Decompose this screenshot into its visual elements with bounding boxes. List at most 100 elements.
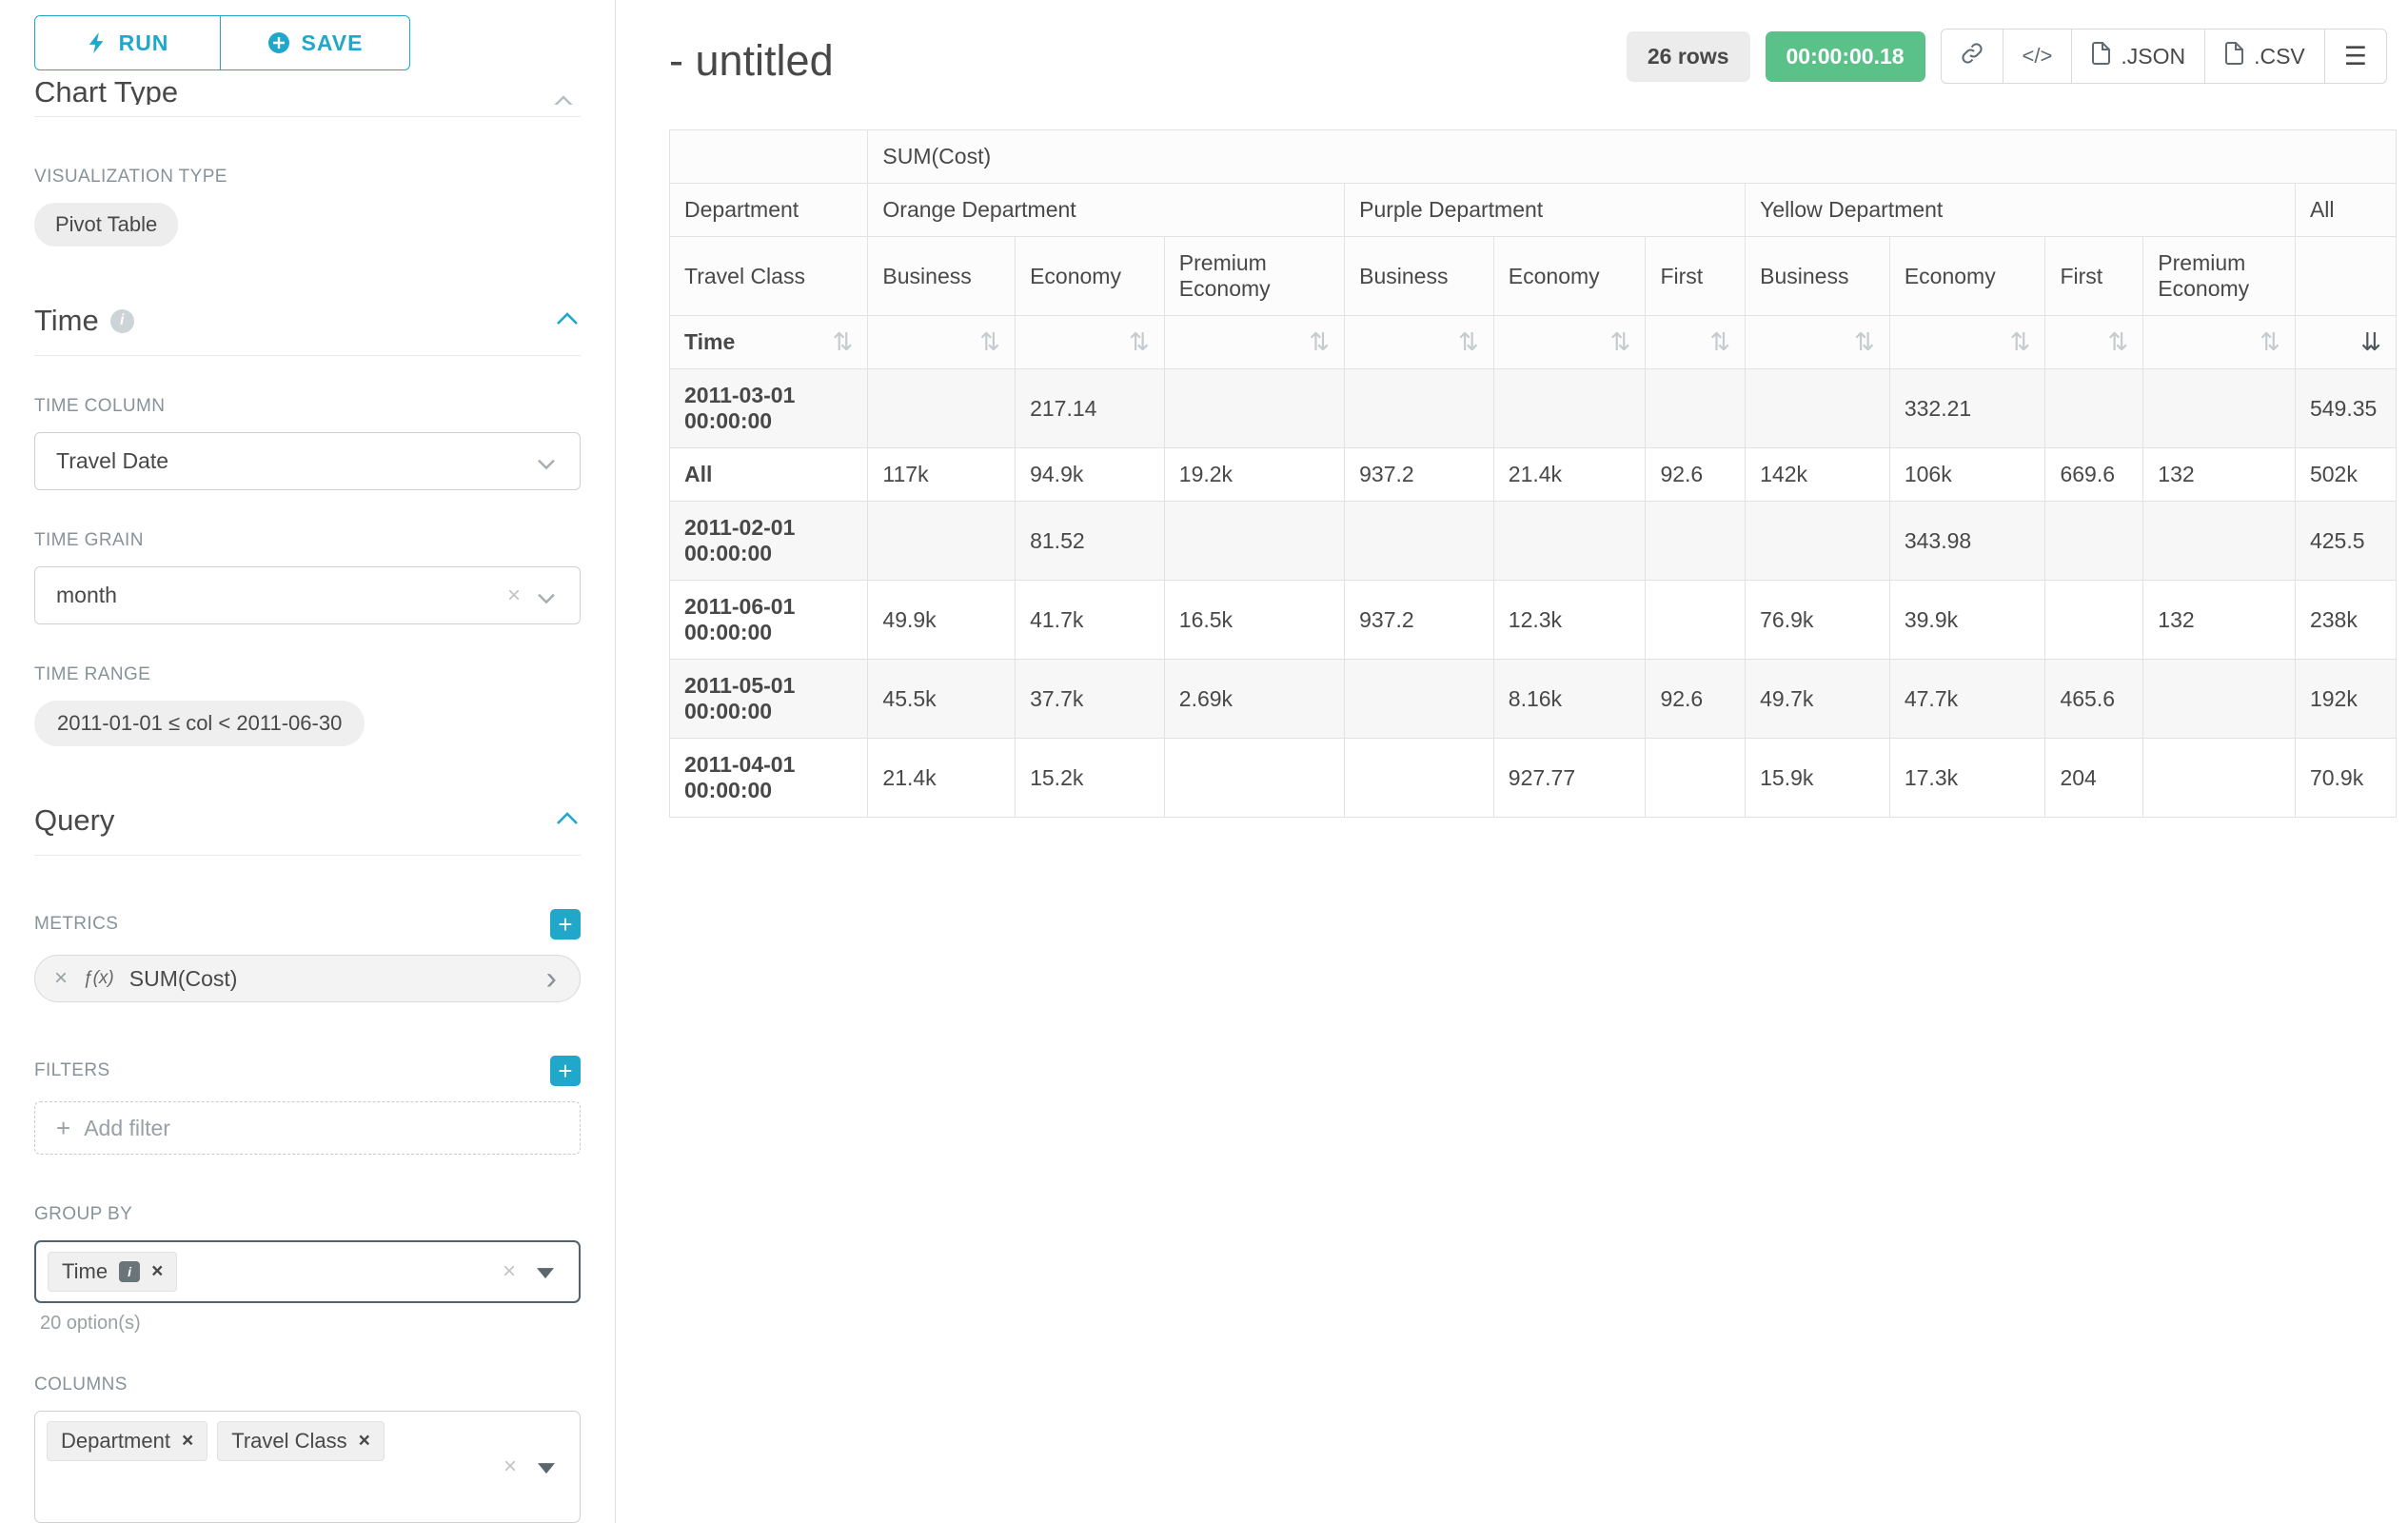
pivot-row-label: 2011-04-01 00:00:00 [670,739,868,818]
pivot-cell [2045,369,2143,448]
pivot-cell: 92.6 [1646,448,1746,502]
clear-icon[interactable]: × [507,583,521,609]
time-column-label: TIME COLUMN [34,396,581,417]
table-row: 2011-04-01 00:00:0021.4k15.2k927.7715.9k… [670,739,2397,818]
add-filter-label: Add filter [84,1116,170,1141]
sort-icon[interactable]: ⇅ [1709,330,1730,355]
sort-wrap: ⇅ [1660,330,1730,355]
chevron-down-icon [536,450,557,476]
collapse-chevron-up-icon[interactable] [554,810,581,832]
columns-chip[interactable]: Department × [47,1421,207,1461]
remove-metric-icon[interactable]: × [54,965,68,992]
pivot-row-label: 2011-06-01 00:00:00 [670,581,868,660]
sort-icon[interactable]: ⇅ [979,330,1000,355]
sort-wrap: ⇅ [1760,330,1875,355]
query-section-header[interactable]: Query [34,803,581,856]
share-link-button[interactable] [1941,29,2003,84]
filters-label: FILTERS [34,1060,110,1081]
sort-icon[interactable]: ⇅ [2260,330,2280,355]
sort-icon[interactable]: ⇅ [833,330,854,355]
chart-title[interactable]: - untitled [669,36,834,86]
pivot-cell [1493,502,1646,581]
pivot-cell: 17.3k [1889,739,2045,818]
pivot-cell: 41.7k [1016,581,1165,660]
view-query-button[interactable]: </> [2003,29,2073,84]
pivot-row-label: 2011-03-01 00:00:00 [670,369,868,448]
columns-select[interactable]: Department×Travel Class× × [34,1411,581,1523]
columns-chip[interactable]: Travel Class× [217,1421,385,1461]
visualization-type-value[interactable]: Pivot Table [34,203,178,247]
time-section-header[interactable]: Time i [34,304,581,356]
remove-chip-icon[interactable]: × [359,1430,370,1453]
group-by-chip[interactable]: Timei× [48,1252,177,1292]
add-filter-plus-button[interactable]: + [550,1056,581,1086]
sort-icon[interactable]: ⇅ [1129,330,1150,355]
caret-down-icon [538,1463,555,1474]
sort-icon[interactable]: ⇅ [2010,330,2031,355]
remove-chip-icon[interactable]: × [151,1260,163,1283]
sort-icon[interactable]: ⇅ [2108,330,2129,355]
more-menu-button[interactable]: ☰ [2324,29,2387,84]
sort-wrap: ⇅ [882,330,1000,355]
pivot-cell: 132 [2143,581,2296,660]
sort-icon[interactable]: ⇅ [1610,330,1631,355]
add-filter-button[interactable]: + Add filter [34,1101,581,1155]
chip-label: Department [61,1429,170,1454]
time-grain-select[interactable]: month × [34,566,581,624]
export-json-button[interactable]: .JSON [2071,29,2205,84]
clear-icon[interactable]: × [503,1258,516,1285]
plus-icon: + [56,1114,70,1143]
pivot-cell: 343.98 [1889,502,2045,581]
export-button-group: </> .JSON .CSV ☰ [1941,29,2387,84]
pivot-cell: 217.14 [1016,369,1165,448]
pivot-cell: 502k [2295,448,2396,502]
sort-wrap: ⇅ [1905,330,2031,355]
run-button-label: RUN [119,30,169,56]
travel-class-header-row: Travel Class BusinessEconomyPremium Econ… [670,237,2397,316]
control-panel-sidebar: RUN SAVE Chart Type VISUALIZATION TYPE P… [0,0,616,1523]
travel-class-header: Premium Economy [1164,237,1344,316]
run-button[interactable]: RUN [34,15,221,70]
pivot-cell: 117k [868,448,1016,502]
save-button[interactable]: SAVE [220,15,410,70]
pivot-cell: 332.21 [1889,369,2045,448]
code-icon: </> [2023,44,2053,69]
add-metric-button[interactable]: + [550,909,581,940]
metric-chip[interactable]: × ƒ(x) SUM(Cost) › [34,955,581,1002]
collapse-chevron-up-icon[interactable] [554,310,581,332]
pivot-cell: 465.6 [2045,660,2143,739]
remove-chip-icon[interactable]: × [182,1430,193,1453]
sort-icon[interactable]: ⇅ [1458,330,1479,355]
time-column-select[interactable]: Travel Date [34,432,581,490]
chevron-right-icon[interactable]: › [546,962,557,995]
sort-icon[interactable]: ⇅ [1854,330,1875,355]
pivot-cell: 21.4k [1493,448,1646,502]
department-header-row: Department Orange DepartmentPurple Depar… [670,184,2397,237]
group-by-select[interactable]: Timei× × [34,1240,581,1303]
pivot-cell: 238k [2295,581,2396,660]
sortable-column-header: ⇅ [1493,316,1646,369]
pivot-cell [1164,369,1344,448]
chart-type-section-header[interactable]: Chart Type [34,82,581,105]
sort-icon[interactable]: ⇅ [1309,330,1330,355]
export-csv-button[interactable]: .CSV [2204,29,2325,84]
travel-class-header: Premium Economy [2143,237,2296,316]
pivot-cell: 425.5 [2295,502,2396,581]
pivot-cell: 49.7k [1746,660,1890,739]
travel-class-header: Business [868,237,1016,316]
sortable-column-header: ⇅ [1889,316,2045,369]
sort-desc-icon[interactable]: ⇊ [2360,330,2381,355]
pivot-cell [868,502,1016,581]
pivot-cell [1164,739,1344,818]
pivot-cell [2143,502,2296,581]
pivot-cell: 927.77 [1493,739,1646,818]
pivot-cell: 16.5k [1164,581,1344,660]
pivot-cell: 15.9k [1746,739,1890,818]
clear-icon[interactable]: × [503,1454,517,1480]
time-range-value[interactable]: 2011-01-01 ≤ col < 2011-06-30 [34,701,365,746]
sort-wrap: ⇊ [2310,330,2381,355]
sort-wrap: ⇅ [2158,330,2280,355]
pivot-cell [1746,369,1890,448]
pivot-cell [1345,369,1494,448]
pivot-cell: 37.7k [1016,660,1165,739]
